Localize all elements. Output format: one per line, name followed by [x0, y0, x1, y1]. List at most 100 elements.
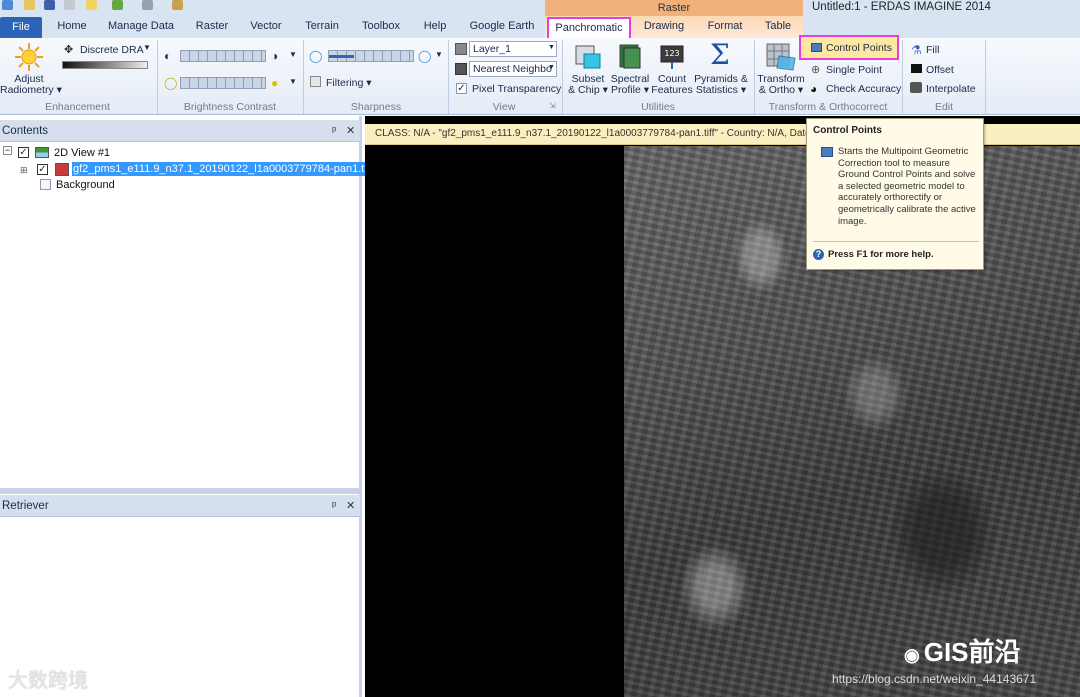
wechat-icon: ◉ [904, 645, 920, 665]
tab-panchromatic[interactable]: Panchromatic [547, 17, 631, 39]
watermark-url: https://blog.csdn.net/weixin_44143671 [832, 672, 1037, 686]
tab-table[interactable]: Table [758, 16, 798, 38]
sharpness-min-icon: ◯ [309, 49, 323, 63]
svg-text:123: 123 [664, 49, 679, 58]
subset-chip-button[interactable]: Subset & Chip ▾ [566, 74, 610, 96]
layer-node[interactable]: gf2_pms1_e111.9_n37.1_20190122_l1a000377… [72, 162, 374, 176]
brightness-dropdown-icon[interactable]: ▼ [289, 77, 297, 86]
separator [985, 40, 986, 114]
adjust-radiometry-button[interactable]: Adjust Radiometry ▾ [0, 74, 62, 96]
control-points-button[interactable]: Control Points [799, 35, 899, 60]
raster-layer-icon [55, 163, 69, 176]
control-points-label: Control Points [826, 42, 892, 54]
resample-select-value: Nearest Neighbo [473, 63, 552, 75]
features-label: Features [651, 84, 693, 96]
interpolate-icon [910, 82, 922, 93]
sharpness-max-icon[interactable]: ◯ [418, 49, 431, 63]
tab-drawing[interactable]: Drawing [638, 16, 690, 38]
globe-icon[interactable] [112, 0, 123, 10]
pin-icon[interactable]: ᵖ [332, 120, 336, 142]
close-icon[interactable]: ✕ [346, 495, 355, 517]
resample-icon [455, 63, 467, 75]
group-label-utilities: Utilities [641, 101, 675, 113]
resample-select[interactable]: Nearest Neighbo ▼ [469, 61, 557, 77]
contrast-max-icon[interactable]: ◑ [271, 49, 278, 63]
count-features-button[interactable]: Count Features [650, 74, 694, 96]
sun-icon[interactable] [14, 42, 44, 72]
tab-format[interactable]: Format [700, 16, 750, 38]
pin-icon[interactable]: ᵖ [332, 495, 336, 517]
contrast-icon: ◐ [164, 49, 172, 63]
collapse-icon[interactable]: − [3, 146, 12, 155]
subset-icon[interactable] [574, 42, 602, 70]
layer-select[interactable]: Layer_1 ▼ [469, 41, 557, 57]
customize-icon[interactable] [172, 0, 183, 10]
tab-home[interactable]: Home [52, 16, 92, 38]
select-icon[interactable] [86, 0, 97, 10]
transform-icon[interactable] [765, 42, 797, 72]
tab-toolbox[interactable]: Toolbox [356, 16, 406, 38]
background-node[interactable]: Background [56, 178, 115, 192]
interpolate-button[interactable]: Interpolate [926, 83, 976, 95]
tooltip-help: Press F1 for more help. [828, 249, 934, 260]
single-point-button[interactable]: Single Point [826, 64, 882, 76]
control-points-tooltip: Control Points Starts the Multipoint Geo… [806, 118, 984, 270]
panel-splitter[interactable] [0, 488, 362, 494]
sigma-icon[interactable]: Σ [710, 38, 730, 71]
watermark-left: 大数跨境 [8, 670, 88, 692]
transform-ortho-button[interactable]: Transform & Ortho ▾ [756, 74, 806, 96]
filtering-button[interactable]: Filtering ▾ [326, 77, 372, 89]
pencil-icon[interactable] [142, 0, 153, 10]
app-icon[interactable] [2, 0, 13, 10]
tab-google-earth[interactable]: Google Earth [464, 16, 540, 38]
dra-gradient-bar [62, 61, 148, 69]
offset-button[interactable]: Offset [926, 64, 954, 76]
check-accuracy-button[interactable]: Check Accuracy [826, 83, 901, 95]
sharpness-slider[interactable] [328, 50, 414, 62]
contrast-dropdown-icon[interactable]: ▼ [289, 50, 297, 59]
tooltip-divider [813, 241, 979, 242]
brightness-slider[interactable] [180, 77, 266, 89]
pyramids-statistics-button[interactable]: Pyramids & Statistics ▾ [694, 74, 748, 96]
watermark-right-text: GIS前沿 [923, 637, 1021, 667]
radiometry-label: Radiometry ▾ [0, 84, 62, 96]
tab-help[interactable]: Help [418, 16, 452, 38]
view-checkbox[interactable]: ✓ [18, 147, 29, 158]
control-points-icon [811, 43, 822, 52]
open-icon[interactable] [24, 0, 35, 10]
check-accuracy-icon: ◕ [810, 82, 818, 96]
pixel-transparency-checkbox[interactable]: ✓ [456, 83, 467, 94]
tab-vector[interactable]: Vector [244, 16, 288, 38]
group-label-view: View [492, 101, 516, 113]
tab-terrain[interactable]: Terrain [298, 16, 346, 38]
chip-label: & Chip ▾ [568, 84, 608, 96]
layer-checkbox[interactable]: ✓ [37, 164, 48, 175]
brightness-max-icon[interactable]: ● [271, 76, 278, 90]
tab-manage-data[interactable]: Manage Data [104, 16, 178, 38]
count-features-icon[interactable]: 123 [659, 42, 685, 70]
tab-file[interactable]: File [0, 17, 42, 38]
group-label-brightness-contrast: Brightness Contrast [183, 101, 277, 113]
dra-icon: ✥ [64, 44, 74, 56]
sharpness-dropdown-icon[interactable]: ▼ [435, 50, 443, 59]
close-icon[interactable]: ✕ [346, 120, 355, 142]
dialog-launcher-icon[interactable]: ⇲ [549, 101, 556, 110]
discrete-dra-button[interactable]: Discrete DRA [80, 44, 144, 56]
expand-icon[interactable]: ⊞ [20, 163, 28, 177]
view-node[interactable]: 2D View #1 [54, 146, 110, 160]
save-icon[interactable] [44, 0, 55, 10]
tab-raster[interactable]: Raster [190, 16, 234, 38]
retriever-title: Retriever [2, 500, 49, 512]
group-label-transform: Transform & Orthocorrect [768, 101, 888, 113]
undo-icon[interactable] [64, 0, 75, 10]
control-points-icon [821, 147, 833, 157]
window-title: Untitled:1 - ERDAS IMAGINE 2014 [812, 1, 991, 13]
contrast-slider[interactable] [180, 50, 266, 62]
fill-button[interactable]: Fill [926, 44, 939, 56]
background-icon [40, 179, 51, 190]
statistics-label: Statistics ▾ [695, 84, 747, 96]
spectral-profile-button[interactable]: Spectral Profile ▾ [608, 74, 652, 96]
group-label-enhancement: Enhancement [45, 101, 110, 113]
spectral-profile-icon[interactable] [617, 42, 643, 70]
dra-dropdown-icon[interactable]: ▼ [143, 43, 151, 52]
